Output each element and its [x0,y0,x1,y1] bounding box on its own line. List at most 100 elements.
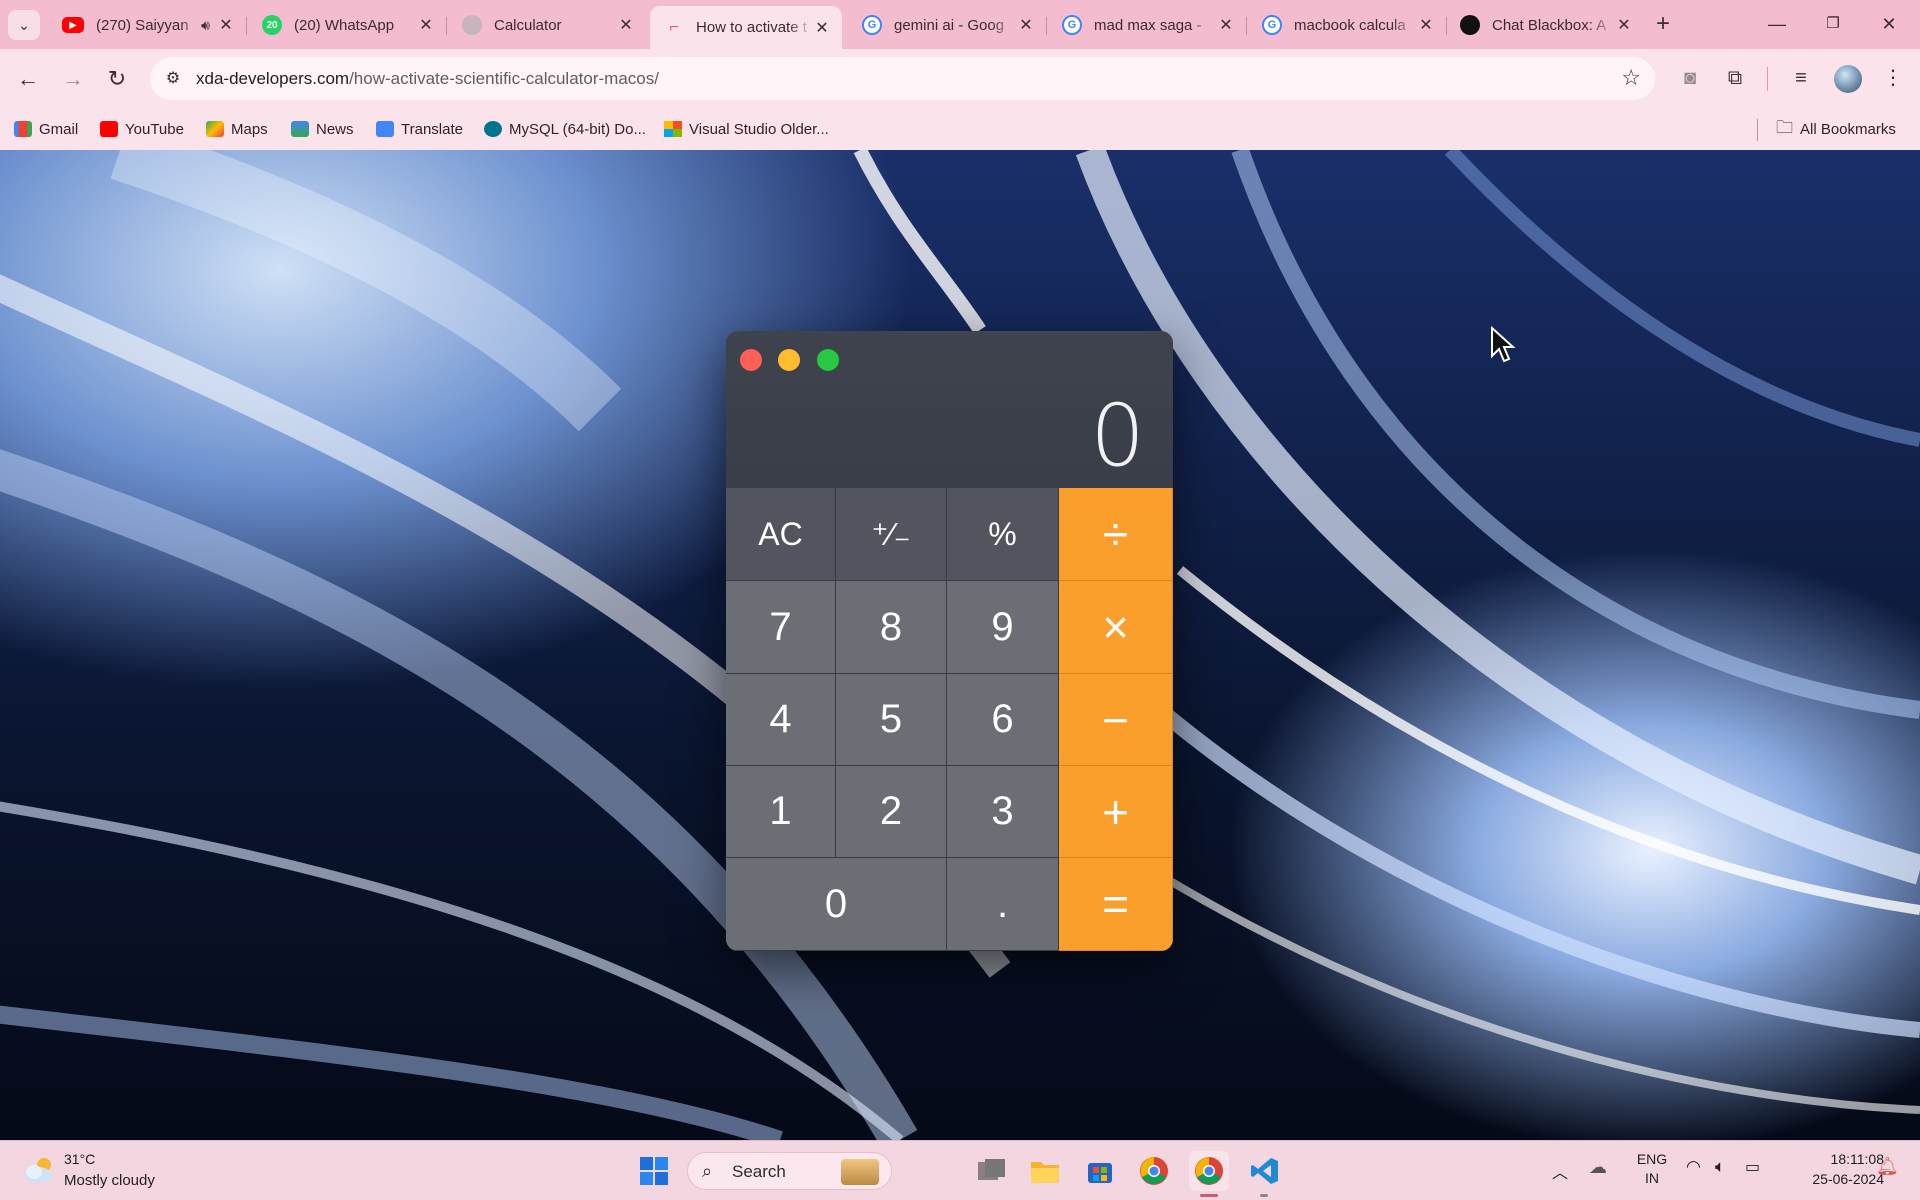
decimal-button[interactable]: . [947,858,1059,951]
bookmark-label: MySQL (64-bit) Do... [509,120,646,138]
avatar[interactable] [1834,65,1862,93]
speaker-icon[interactable]: 🔊︎ [201,17,210,34]
close-icon[interactable]: ✕ [1614,15,1634,35]
all-bookmarks-button[interactable]: 🗀 All Bookmarks [1776,117,1896,141]
bookmark-gmail[interactable]: Gmail [14,117,78,141]
site-settings-icon[interactable]: ⚙︎ [162,68,184,90]
new-tab-button[interactable]: + [1648,10,1678,40]
back-button[interactable]: ← [12,63,44,95]
all-clear-button[interactable]: AC [726,488,836,581]
bookmark-label: News [316,120,354,138]
bookmark-news[interactable]: News [291,117,354,141]
language-line-1: ENG [1636,1151,1668,1167]
close-light-button[interactable] [740,349,762,371]
camera-icon[interactable]: ◙ [1675,63,1705,93]
show-hidden-icons-chevron-icon[interactable]: ︿ [1552,1159,1568,1183]
forward-button[interactable]: → [57,63,89,95]
close-icon[interactable]: ✕ [1216,15,1236,35]
microsoft-store-button[interactable] [1080,1151,1120,1191]
tab-youtube[interactable]: ▶ (270) Saiyyan 🔊︎ ✕ [48,6,247,44]
language-indicator[interactable]: ENG IN [1635,1151,1669,1186]
notification-bell-icon[interactable]: 🔔︎ [1876,1156,1899,1177]
close-icon[interactable]: ✕ [1416,15,1436,35]
plus-button[interactable]: + [1059,766,1173,858]
digit-9-button[interactable]: 9 [947,581,1059,674]
bookmark-maps[interactable]: Maps [206,117,268,141]
restore-button[interactable]: ❐ [1808,8,1858,40]
clock[interactable]: 18:11:08 25-06-2024 [1784,1151,1884,1187]
tab-gemini-search[interactable]: G gemini ai - Goog ✕ [848,6,1047,44]
bookmark-mysql[interactable]: MySQL (64-bit) Do... [484,117,646,141]
vscode-taskbar-button[interactable] [1245,1151,1285,1191]
onedrive-cloud-icon[interactable]: ☁ [1589,1157,1607,1178]
bookmark-visual-studio[interactable]: Visual Studio Older... [664,117,829,141]
arrow-right-icon: → [62,66,84,91]
close-window-button[interactable]: ✕ [1864,8,1914,40]
extensions-icon[interactable]: ⧉ [1720,63,1750,93]
minus-button[interactable]: − [1059,674,1173,766]
multiply-button[interactable]: × [1059,581,1173,674]
digit-3-button[interactable]: 3 [947,766,1059,858]
equals-button[interactable]: = [1059,858,1173,951]
bookmark-translate[interactable]: Translate [376,117,463,141]
close-icon[interactable]: ✕ [1016,15,1036,35]
volume-icon[interactable]: 🔈︎ [1715,1157,1725,1177]
start-button[interactable] [634,1151,674,1191]
close-icon[interactable]: ✕ [416,15,436,35]
tab-title: Calculator [494,16,562,34]
news-icon [291,121,309,137]
digit-6-button[interactable]: 6 [947,674,1059,766]
digit-5-button[interactable]: 5 [836,674,947,766]
url-path: /how-activate-scientific-calculator-maco… [349,69,659,88]
file-explorer-button[interactable] [1025,1151,1065,1191]
chrome-active-taskbar-button[interactable] [1189,1151,1229,1191]
digit-7-button[interactable]: 7 [726,581,836,674]
digit-2-button[interactable]: 2 [836,766,947,858]
bookmark-star-icon[interactable]: ☆ [1621,65,1641,91]
plus-minus-button[interactable]: ⁺∕₋ [836,488,947,581]
taskbar-search-box[interactable]: ⌕ Search [687,1152,892,1190]
address-bar[interactable]: ⚙︎ xda-developers.com/how-activate-scien… [150,57,1655,100]
tab-calculator[interactable]: Calculator ✕ [448,6,646,44]
chrome-taskbar-button[interactable] [1134,1151,1174,1191]
battery-icon[interactable]: ▭ [1745,1157,1760,1177]
tab-blackbox[interactable]: Chat Blackbox: A ✕ [1446,6,1644,44]
bookmark-label: YouTube [125,120,184,138]
chevron-down-icon: ⌄ [18,16,30,33]
close-icon[interactable]: ✕ [812,18,832,38]
media-control-icon[interactable]: ≡ [1786,63,1816,93]
minimize-button[interactable]: — [1752,8,1802,40]
tab-whatsapp[interactable]: 20 (20) WhatsApp ✕ [248,6,447,44]
wifi-icon[interactable]: ◠ [1686,1157,1701,1177]
bookmark-youtube[interactable]: YouTube [100,117,184,141]
tab-title: (270) Saiyyan [96,16,189,34]
tab-search-button[interactable]: ⌄ [8,10,40,40]
minimize-light-button[interactable] [778,349,800,371]
tab-xda-active[interactable]: ⌐ How to activate t ✕ [650,6,842,49]
zoom-light-button[interactable] [817,349,839,371]
url-text[interactable]: xda-developers.com/how-activate-scientif… [196,69,659,89]
digit-4-button[interactable]: 4 [726,674,836,766]
task-view-button[interactable] [972,1151,1012,1191]
chrome-icon [1195,1157,1223,1185]
tab-macbook-search[interactable]: G macbook calcula ✕ [1248,6,1447,44]
tab-madmax-search[interactable]: G mad max saga - ✕ [1048,6,1247,44]
digit-1-button[interactable]: 1 [726,766,836,858]
calculator-window: 0 AC ⁺∕₋ % ÷ 7 8 9 × 4 5 6 − 1 2 3 + 0 .… [726,331,1173,951]
cloudy-weather-icon[interactable] [22,1155,58,1185]
tab-title: Chat Blackbox: A [1492,16,1607,34]
digit-0-button[interactable]: 0 [726,858,947,951]
calculator-display: 0 [1090,386,1145,486]
menu-dots-icon[interactable]: ⋮ [1878,63,1908,93]
close-icon[interactable]: ✕ [616,15,636,35]
close-icon[interactable]: ✕ [216,15,236,35]
calculator-keypad: AC ⁺∕₋ % ÷ 7 8 9 × 4 5 6 − 1 2 3 + 0 . = [726,488,1173,951]
weather-temperature[interactable]: 31°C [64,1151,95,1167]
url-domain: xda-developers.com [196,69,350,88]
browser-toolbar: ← → ↻ ⚙︎ xda-developers.com/how-activate… [0,49,1920,109]
reload-button[interactable]: ↻ [101,63,133,95]
divide-button[interactable]: ÷ [1059,488,1173,581]
weather-description[interactable]: Mostly cloudy [64,1172,155,1189]
digit-8-button[interactable]: 8 [836,581,947,674]
percent-button[interactable]: % [947,488,1059,581]
